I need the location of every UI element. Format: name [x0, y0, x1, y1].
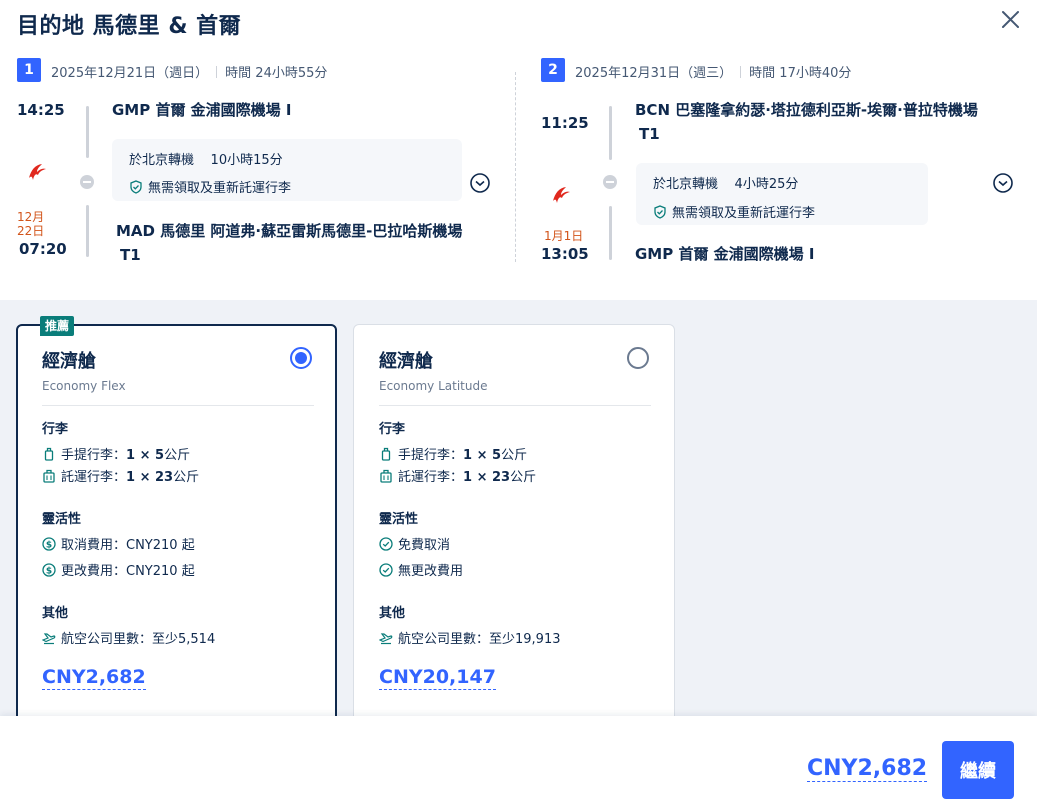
fare-radio-unselected[interactable]: [627, 347, 649, 369]
divider: [379, 405, 651, 406]
recommended-badge: 推薦: [40, 316, 75, 336]
transfer-duration: 10小時15分: [210, 153, 283, 168]
dollar-icon: $: [42, 537, 56, 551]
airline-logo-icon: [549, 183, 573, 207]
segment-2-arrive-date: 1月1日: [544, 229, 584, 243]
airline-logo-icon: [25, 160, 49, 184]
continue-button[interactable]: 繼續: [942, 741, 1014, 799]
segment-2-meta: 2025年12月31日（週三） 時間 17小時40分: [575, 62, 851, 81]
baggage-note: 無需領取及重新託運行李: [129, 177, 291, 196]
segment-2-arrive-time: 13:05: [541, 245, 589, 263]
svg-text:$: $: [46, 566, 52, 576]
free-cancel-row: 免費取消: [379, 534, 450, 553]
stop-dot-icon: [80, 175, 94, 189]
baggage-title: 行李: [379, 422, 406, 437]
segment-2-duration: 時間 17小時40分: [749, 66, 852, 81]
segment-1-badge: 1: [17, 58, 41, 82]
segment-1-arrive-date: 12月22日: [17, 210, 45, 238]
transfer-info-box: 於北京轉機 10小時15分 無需領取及重新託運行李: [112, 139, 462, 201]
shield-check-icon: [653, 205, 667, 219]
segment-2-depart-time: 11:25: [541, 114, 589, 132]
airline-miles-icon: [41, 631, 56, 645]
check-circle-icon: [379, 563, 393, 577]
segment-2-depart-airport-name: BCN 巴塞隆拿約瑟·塔拉德利亞斯-埃爾·普拉特機場: [635, 101, 978, 119]
transfer-city: 於北京轉機: [129, 153, 195, 168]
segment-1-arrive-airport: MAD 馬德里 阿道弗·蘇亞雷斯馬德里-巴拉哈斯機場 T1: [116, 219, 496, 267]
fare-subname: Economy Flex: [42, 379, 126, 393]
transfer-info: 於北京轉機 10小時15分: [129, 149, 283, 168]
transfer-duration: 4小時25分: [734, 177, 799, 192]
timeline-line: [86, 106, 89, 158]
timeline-line: [609, 206, 612, 260]
segment-2-badge: 2: [541, 58, 565, 82]
no-change-fee-row: 無更改費用: [379, 560, 463, 579]
segment-1-arrive-time: 07:20: [19, 240, 67, 258]
close-icon[interactable]: [996, 6, 1024, 34]
stop-dot-icon: [603, 175, 617, 189]
segment-divider: [515, 72, 516, 262]
dollar-icon: $: [42, 563, 56, 577]
carry-on-row: 手提行李：1 × 5公斤: [42, 444, 190, 463]
fare-price[interactable]: CNY20,147: [379, 666, 496, 690]
fare-price[interactable]: CNY2,682: [42, 666, 146, 690]
carry-on-row: 手提行李：1 × 5公斤: [379, 444, 527, 463]
segment-2-depart-airport: BCN 巴塞隆拿約瑟·塔拉德利亞斯-埃爾·普拉特機場 T1: [635, 98, 1015, 146]
flexibility-title: 靈活性: [379, 512, 419, 527]
fare-subname: Economy Latitude: [379, 379, 488, 393]
checked-bag-icon: [42, 469, 56, 483]
expand-chevron-icon[interactable]: [469, 172, 491, 194]
airline-miles-icon: [378, 631, 393, 645]
segment-1-depart-airport: GMP 首爾 金浦國際機場 I: [112, 98, 291, 122]
transfer-city: 於北京轉機: [653, 177, 719, 192]
baggage-note-text: 無需領取及重新託運行李: [672, 206, 816, 221]
checked-bag-row: 託運行李：1 × 23公斤: [379, 466, 536, 485]
svg-text:$: $: [46, 540, 52, 550]
expand-chevron-icon[interactable]: [992, 172, 1014, 194]
fare-name: 經濟艙: [379, 351, 433, 372]
checked-bag-row: 託運行李：1 × 23公斤: [42, 466, 199, 485]
baggage-title: 行李: [42, 422, 69, 437]
cancel-fee-row: $ 取消費用：CNY210 起: [42, 534, 195, 553]
miles-row: 航空公司里數：至少19,913: [378, 628, 561, 647]
baggage-note-text: 無需領取及重新託運行李: [148, 181, 292, 196]
fare-name: 經濟艙: [42, 351, 96, 372]
segment-1-arrive-airport-name: MAD 馬德里 阿道弗·蘇亞雷斯馬德里-巴拉哈斯機場: [116, 222, 463, 240]
segment-1-date: 2025年12月21日（週日）: [51, 66, 209, 81]
shield-check-icon: [129, 180, 143, 194]
change-fee-row: $ 更改費用：CNY210 起: [42, 560, 195, 579]
timeline-line: [609, 106, 612, 160]
total-price[interactable]: CNY2,682: [807, 756, 928, 782]
fare-radio-selected[interactable]: [290, 347, 312, 369]
page-title: 目的地 馬德里 & 首爾: [17, 14, 242, 39]
transfer-info-box: 於北京轉機 4小時25分 無需領取及重新託運行李: [636, 163, 928, 225]
segment-2-date: 2025年12月31日（週三）: [575, 66, 733, 81]
transfer-info: 於北京轉機 4小時25分: [653, 173, 798, 192]
segment-1-duration: 時間 24小時55分: [225, 66, 328, 81]
fare-card-economy-flex[interactable]: 經濟艙 Economy Flex 行李 手提行李：1 × 5公斤 託運行李：1 …: [16, 324, 337, 734]
baggage-note: 無需領取及重新託運行李: [653, 202, 815, 221]
segment-2-arrive-airport-name: GMP 首爾 金浦國際機場 I: [635, 245, 815, 263]
fare-card-economy-latitude[interactable]: 經濟艙 Economy Latitude 行李 手提行李：1 × 5公斤 託運行…: [353, 324, 675, 734]
checked-bag-icon: [379, 469, 393, 483]
miles-row: 航空公司里數：至少5,514: [41, 628, 215, 647]
segment-1-depart-airport-name: GMP 首爾 金浦國際機場 I: [112, 101, 292, 119]
check-circle-icon: [379, 537, 393, 551]
carry-on-bag-icon: [42, 447, 56, 461]
segment-1-depart-time: 14:25: [17, 101, 65, 119]
flexibility-title: 靈活性: [42, 512, 82, 527]
divider: [42, 405, 314, 406]
segment-2-depart-terminal: T1: [639, 125, 660, 143]
other-title: 其他: [42, 606, 69, 621]
carry-on-bag-icon: [379, 447, 393, 461]
other-title: 其他: [379, 606, 406, 621]
timeline-line: [86, 205, 89, 257]
segment-2-arrive-airport: GMP 首爾 金浦國際機場 I: [635, 242, 814, 266]
segment-1-meta: 2025年12月21日（週日） 時間 24小時55分: [51, 62, 327, 81]
segment-1-arrive-terminal: T1: [120, 246, 141, 264]
